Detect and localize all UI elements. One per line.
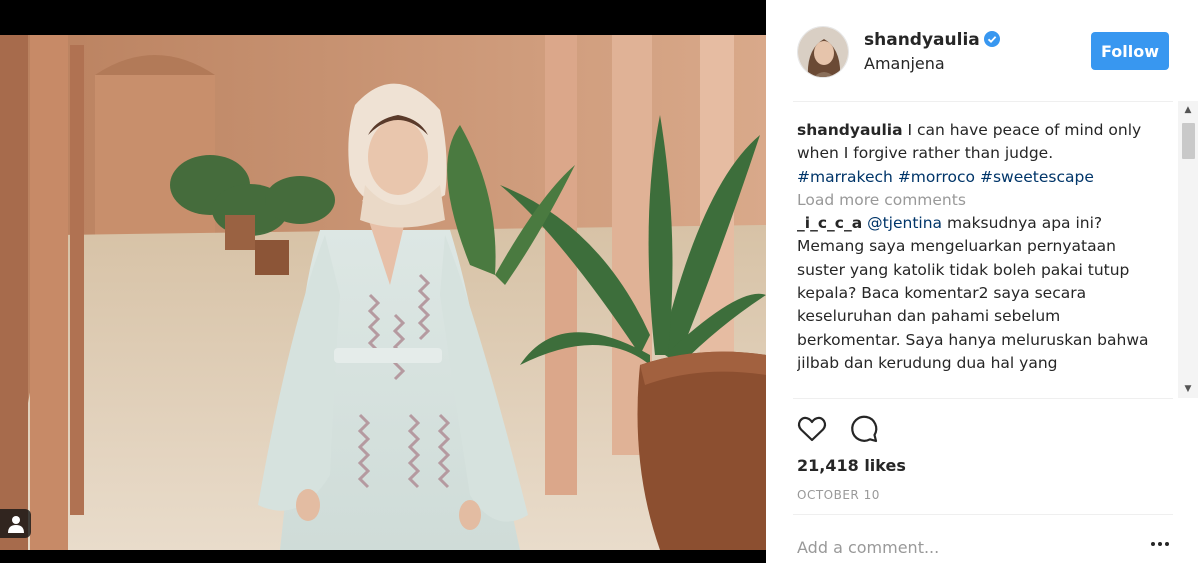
user-tag-button[interactable] — [0, 509, 31, 538]
post-photo-illustration — [0, 35, 766, 550]
hashtag[interactable]: #sweetescape — [980, 168, 1094, 186]
post-photo[interactable] — [0, 35, 766, 550]
caption: shandyaulia I can have peace of mind onl… — [797, 119, 1152, 189]
post-username[interactable]: shandyaulia — [864, 30, 1000, 50]
comment-mention[interactable]: @tjentina — [867, 214, 942, 232]
divider — [793, 398, 1173, 399]
scroll-down-arrow-icon[interactable]: ▼ — [1178, 380, 1198, 398]
avatar-image — [798, 27, 848, 77]
dot — [1165, 542, 1169, 546]
post-header: shandyaulia Amanjena Follow — [766, 0, 1200, 101]
post-side-panel: shandyaulia Amanjena Follow shandyaulia … — [766, 0, 1200, 563]
divider — [793, 514, 1173, 515]
verified-badge-icon — [983, 31, 1000, 47]
dot — [1158, 542, 1162, 546]
caption-username[interactable]: shandyaulia — [797, 121, 903, 139]
scroll-up-arrow-icon[interactable]: ▲ — [1178, 101, 1198, 119]
user-tag-icon — [7, 515, 24, 533]
photo-pane — [0, 0, 766, 563]
hashtag[interactable]: #morroco — [898, 168, 975, 186]
post-actions — [796, 413, 880, 445]
comment-text: maksudnya apa ini? Memang saya mengeluar… — [797, 214, 1149, 372]
divider — [793, 101, 1173, 102]
dot — [1151, 542, 1155, 546]
comment-list[interactable]: shandyaulia I can have peace of mind onl… — [797, 119, 1152, 398]
post-date[interactable]: OCTOBER 10 — [797, 488, 880, 502]
comment-item: _i_c_c_a @tjentina maksudnya apa ini? Me… — [797, 212, 1152, 375]
load-more-comments-link[interactable]: Load more comments — [797, 189, 1152, 212]
comments-scrollbar[interactable]: ▲ ▼ — [1178, 101, 1198, 398]
more-options-icon[interactable] — [1148, 534, 1172, 554]
follow-button[interactable]: Follow — [1091, 32, 1169, 70]
hashtag[interactable]: #marrakech — [797, 168, 893, 186]
heart-icon[interactable] — [796, 413, 828, 445]
post-username-text[interactable]: shandyaulia — [864, 30, 980, 50]
scroll-thumb[interactable] — [1182, 123, 1195, 159]
comment-username[interactable]: _i_c_c_a — [797, 214, 862, 232]
post-location[interactable]: Amanjena — [864, 54, 945, 73]
likes-count[interactable]: 21,418 likes — [797, 456, 906, 475]
comment-icon[interactable] — [848, 413, 880, 445]
add-comment-input[interactable] — [797, 532, 1127, 563]
avatar[interactable] — [797, 26, 849, 78]
